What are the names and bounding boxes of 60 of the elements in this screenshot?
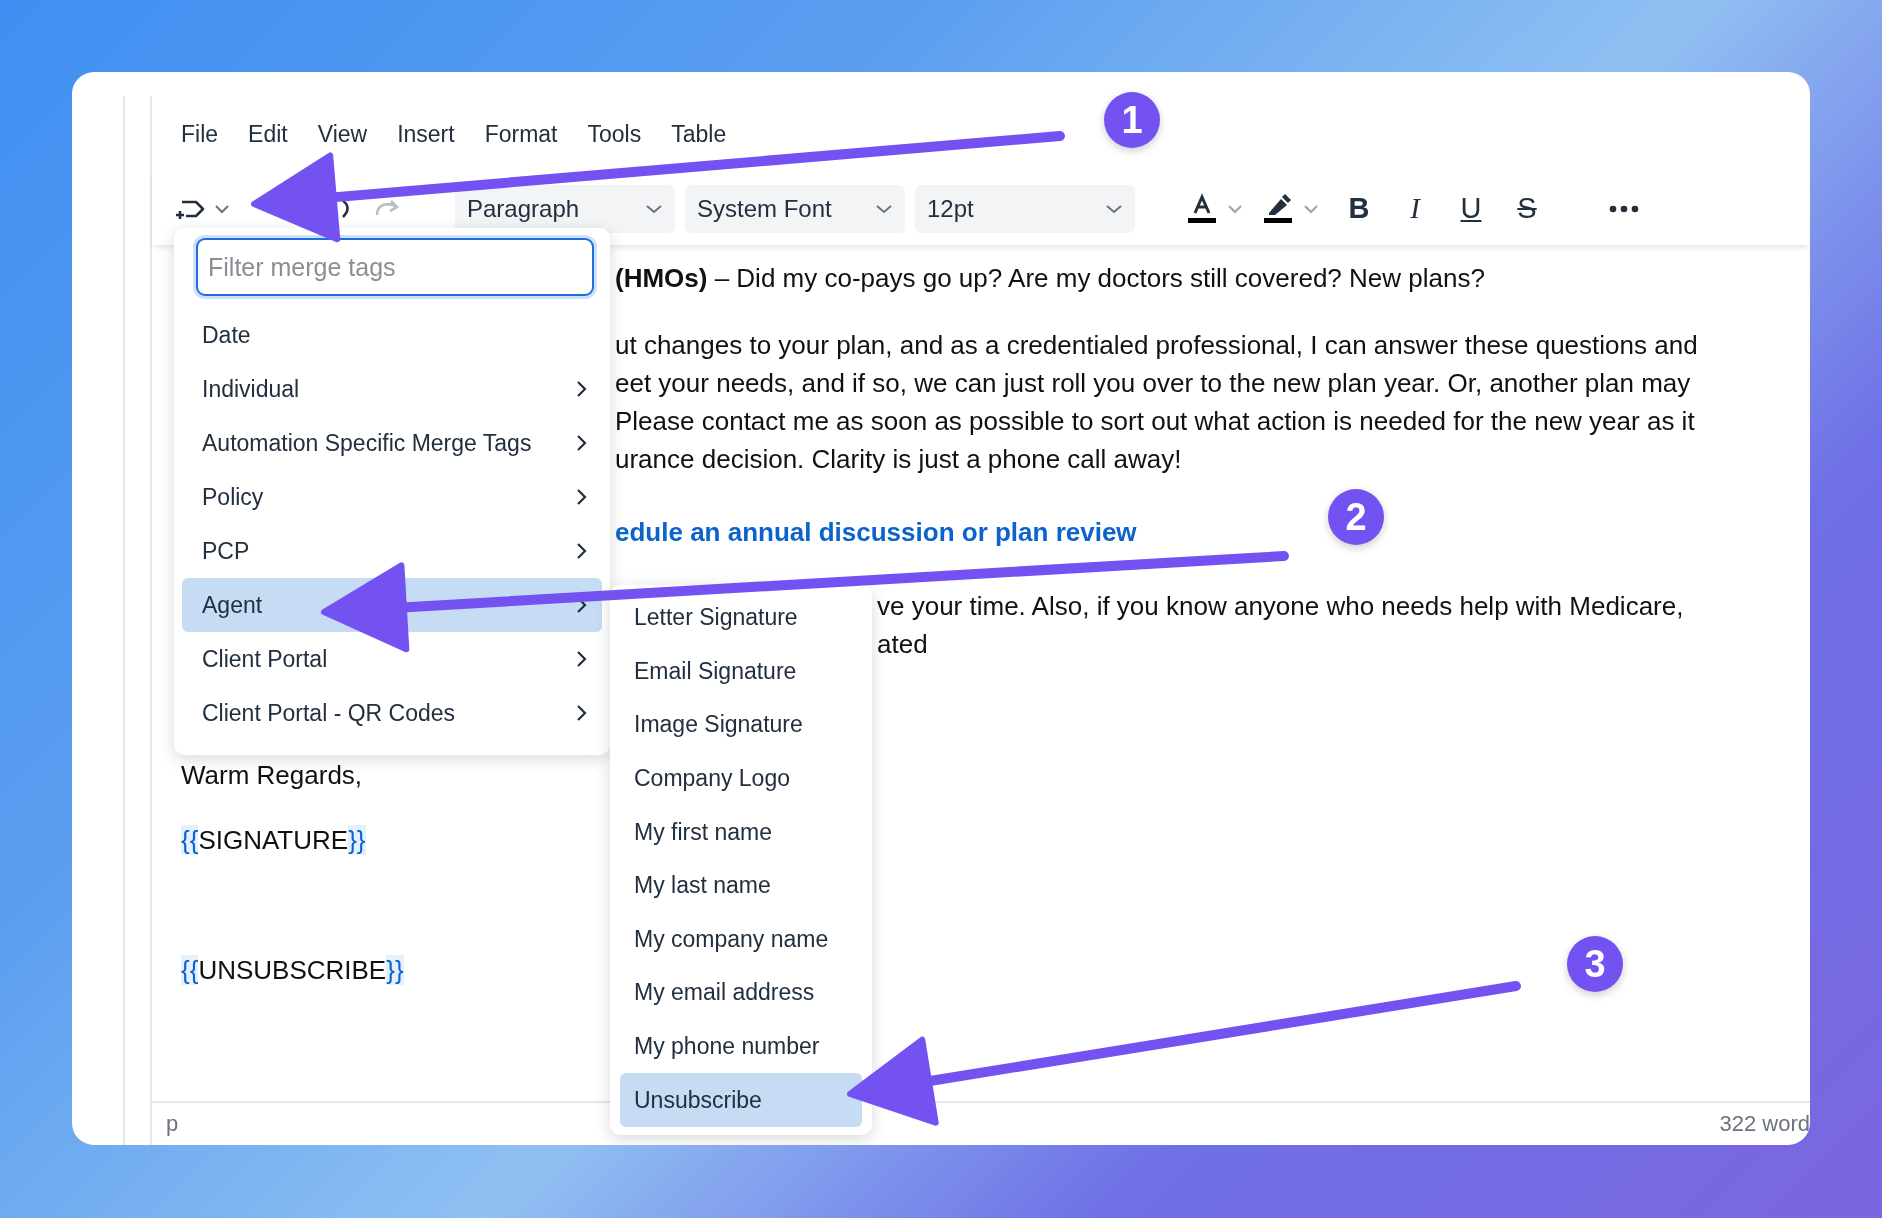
chevron-down-icon	[875, 203, 893, 214]
block-format-select[interactable]: Paragraph	[455, 184, 675, 233]
menu-item[interactable]: File	[166, 119, 234, 149]
menu-item[interactable]: Table	[656, 119, 742, 149]
bold-button[interactable]: B	[1339, 188, 1379, 229]
element-path: p	[166, 1111, 179, 1137]
document-text: Warm Regards,	[181, 759, 363, 792]
text-color-icon	[1185, 192, 1219, 225]
chevron-right-icon	[576, 650, 588, 668]
underline-button[interactable]: U	[1451, 188, 1491, 229]
font-size-select[interactable]: 12pt	[915, 184, 1135, 233]
filter-input[interactable]: Filter merge tags	[196, 238, 594, 296]
document-text: Please contact me as soon as possible to sort out what action is needed for the new year as it	[615, 405, 1695, 438]
menu-item[interactable]: My last name	[620, 858, 862, 913]
menu-item[interactable]: My company name	[620, 912, 862, 967]
menu-item[interactable]: Client Portal	[182, 632, 602, 686]
menu-item[interactable]: Tools	[572, 119, 657, 149]
merge-tag: {{SIGNATURE}}	[181, 821, 366, 859]
menu-item[interactable]: Client Portal - QR Codes	[182, 686, 602, 740]
chevron-right-icon	[576, 704, 588, 722]
chevron-down-icon	[214, 203, 230, 214]
menu-item[interactable]: Letter Signature	[620, 591, 862, 645]
chevron-right-icon	[576, 488, 588, 506]
chevron-right-icon	[576, 542, 588, 560]
menu-item[interactable]: Format	[469, 119, 573, 149]
italic-button[interactable]: I	[1395, 188, 1435, 229]
menu-item[interactable]: Edit	[233, 119, 303, 149]
menu-item[interactable]: Insert	[382, 119, 470, 149]
menu-item[interactable]: View	[302, 119, 383, 149]
document-link[interactable]: edule an annual discussion or plan review	[615, 513, 1137, 551]
font-family-select[interactable]: System Font	[685, 184, 905, 233]
menu-item[interactable]: Automation Specific Merge Tags	[182, 416, 602, 470]
chevron-down-icon	[1227, 203, 1243, 214]
document-text: urance decision. Clarity is just a phone call away!	[615, 443, 1182, 476]
document-text: eet your needs, and if so, we can just roll you over to the new plan year. Or, another plan may	[615, 367, 1691, 400]
menu-item[interactable]: My first name	[620, 805, 862, 859]
menu-item[interactable]: My phone number	[620, 1019, 862, 1074]
menu-item[interactable]: Date	[182, 308, 602, 362]
menu-item[interactable]: Company Logo	[620, 751, 862, 806]
document-text: ut changes to your plan, and as a credentialed professional, I can answer these questions and	[615, 329, 1698, 362]
more-icon[interactable]	[1609, 204, 1639, 213]
chevron-down-icon	[645, 203, 663, 214]
menu-item[interactable]: Unsubscribe	[620, 1073, 862, 1127]
merge-tag: {{UNSUBSCRIBE}}	[181, 951, 404, 989]
chevron-right-icon	[576, 434, 588, 452]
menu-item[interactable]: Individual	[182, 362, 602, 416]
menu-item[interactable]: PCP	[182, 524, 602, 578]
strike-button[interactable]: S	[1507, 188, 1547, 229]
menu-item[interactable]: My email address	[620, 966, 862, 1020]
chevron-down-icon	[1303, 203, 1319, 214]
chevron-down-icon	[1105, 203, 1123, 214]
menu-item[interactable]: Image Signature	[620, 698, 862, 752]
document-text: ated	[877, 628, 928, 661]
document-text: (HMOs) – Did my co-pays go up? Are my doctors still covered? New plans?	[615, 262, 1485, 295]
menu-item[interactable]: Email Signature	[620, 644, 862, 699]
marker-icon	[1261, 192, 1295, 225]
chevron-right-icon	[576, 380, 588, 398]
word-count: 322 word	[1719, 1111, 1810, 1137]
menu-item[interactable]: Policy	[182, 470, 602, 524]
document-text: ve your time. Also, if you know anyone who needs help with Medicare,	[877, 590, 1684, 623]
